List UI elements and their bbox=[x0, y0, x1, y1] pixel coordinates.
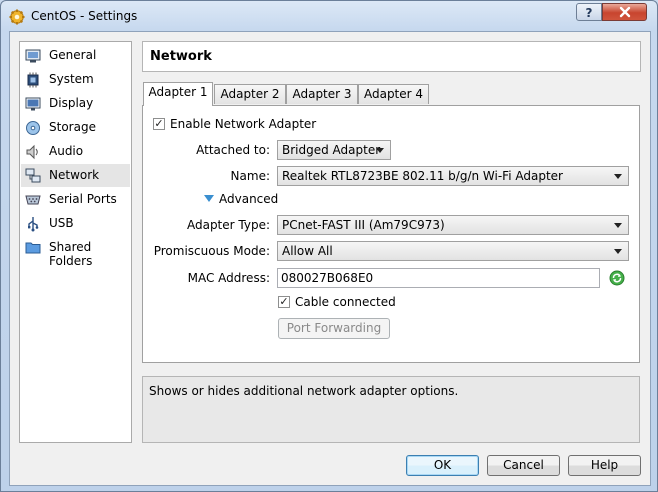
display-icon bbox=[25, 97, 41, 111]
refresh-icon[interactable] bbox=[609, 270, 625, 286]
sidebar-item-general[interactable]: General bbox=[21, 44, 130, 67]
help-title-button[interactable]: ? bbox=[576, 3, 602, 21]
gear-icon bbox=[9, 9, 25, 25]
sidebar-item-label: Shared Folders bbox=[49, 240, 93, 268]
chevron-down-icon bbox=[614, 174, 622, 179]
sidebar-item-display[interactable]: Display bbox=[21, 92, 130, 115]
port-forwarding-button[interactable]: Port Forwarding bbox=[278, 318, 390, 339]
name-label: Name: bbox=[230, 169, 270, 183]
sidebar-item-label: Storage bbox=[49, 120, 96, 134]
enable-adapter-label: Enable Network Adapter bbox=[170, 117, 317, 131]
adapter-type-value: PCnet-FAST III (Am79C973) bbox=[282, 218, 445, 232]
chevron-down-icon bbox=[614, 223, 622, 228]
sidebar-item-system[interactable]: System bbox=[21, 68, 130, 91]
mac-address-value: 080027B068E0 bbox=[281, 271, 374, 285]
adapter-name-select[interactable]: Realtek RTL8723BE 802.11 b/g/n Wi-Fi Ada… bbox=[277, 166, 629, 186]
serial-port-icon bbox=[25, 195, 41, 205]
promiscuous-mode-label: Promiscuous Mode: bbox=[153, 244, 270, 258]
advanced-toggle[interactable]: Advanced bbox=[203, 190, 283, 208]
cable-connected-checkbox[interactable]: ✓ bbox=[278, 296, 290, 308]
network-icon bbox=[25, 168, 41, 183]
tab-adapter-1[interactable]: Adapter 1 bbox=[143, 82, 213, 106]
sidebar-item-label: System bbox=[49, 72, 94, 86]
mac-address-label: MAC Address: bbox=[187, 271, 270, 285]
settings-sidebar: General System Display Storage Audio Net… bbox=[19, 41, 132, 443]
attached-to-value: Bridged Adapter bbox=[282, 143, 381, 157]
sidebar-item-label: Audio bbox=[49, 144, 84, 158]
sidebar-item-label: General bbox=[49, 48, 97, 62]
svg-text:?: ? bbox=[586, 6, 593, 19]
promiscuous-mode-value: Allow All bbox=[282, 244, 333, 258]
cancel-button[interactable]: Cancel bbox=[487, 455, 560, 476]
triangle-down-icon bbox=[204, 195, 214, 202]
chevron-down-icon bbox=[614, 249, 622, 254]
speaker-icon bbox=[26, 144, 38, 160]
usb-icon bbox=[28, 217, 39, 232]
page-title: Network bbox=[150, 49, 212, 64]
tab-adapter-2[interactable]: Adapter 2 bbox=[214, 84, 286, 104]
settings-window: CentOS - Settings ? General System Displ… bbox=[0, 0, 658, 492]
question-icon: ? bbox=[586, 6, 593, 20]
sidebar-item-label: Network bbox=[49, 168, 100, 182]
description-text: Shows or hides additional network adapte… bbox=[149, 384, 459, 398]
monitor-icon bbox=[25, 49, 41, 63]
tab-adapter-4[interactable]: Adapter 4 bbox=[358, 84, 429, 104]
page-header: Network bbox=[142, 41, 641, 72]
disk-icon bbox=[26, 121, 40, 135]
attached-to-select[interactable]: Bridged Adapter bbox=[277, 140, 391, 160]
sidebar-item-shared-folders[interactable]: Shared Folders bbox=[21, 236, 130, 268]
sidebar-item-storage[interactable]: Storage bbox=[21, 116, 130, 139]
close-button[interactable] bbox=[602, 3, 647, 21]
chevron-down-icon bbox=[376, 148, 384, 153]
dialog-body: General System Display Storage Audio Net… bbox=[9, 31, 651, 486]
adapter-name-value: Realtek RTL8723BE 802.11 b/g/n Wi-Fi Ada… bbox=[282, 169, 563, 183]
sidebar-item-audio[interactable]: Audio bbox=[21, 140, 130, 163]
sidebar-item-serial-ports[interactable]: Serial Ports bbox=[21, 188, 130, 211]
adapter-type-select[interactable]: PCnet-FAST III (Am79C973) bbox=[277, 215, 629, 235]
sidebar-item-label: Display bbox=[49, 96, 94, 110]
mac-address-input[interactable]: 080027B068E0 bbox=[277, 268, 600, 288]
close-icon bbox=[619, 6, 630, 18]
description-box: Shows or hides additional network adapte… bbox=[142, 376, 640, 443]
sidebar-item-label: USB bbox=[49, 216, 74, 230]
cable-connected-label: Cable connected bbox=[295, 295, 396, 309]
adapter-type-label: Adapter Type: bbox=[186, 218, 270, 232]
adapter-panel: ✓ Enable Network Adapter Attached to: Br… bbox=[142, 105, 640, 363]
tab-adapter-3[interactable]: Adapter 3 bbox=[286, 84, 358, 104]
help-button[interactable]: Help bbox=[568, 455, 641, 476]
window-title: CentOS - Settings bbox=[31, 9, 138, 23]
enable-adapter-checkbox[interactable]: ✓ bbox=[153, 118, 165, 130]
attached-to-label: Attached to: bbox=[196, 143, 270, 157]
sidebar-item-network[interactable]: Network bbox=[21, 164, 130, 187]
chip-icon bbox=[27, 72, 39, 88]
title-bar[interactable]: CentOS - Settings ? bbox=[1, 1, 657, 31]
advanced-label: Advanced bbox=[219, 192, 279, 206]
sidebar-item-label: Serial Ports bbox=[49, 192, 117, 206]
sidebar-item-usb[interactable]: USB bbox=[21, 212, 130, 235]
folder-icon bbox=[25, 242, 41, 254]
promiscuous-mode-select[interactable]: Allow All bbox=[277, 241, 629, 261]
ok-button[interactable]: OK bbox=[406, 455, 479, 476]
